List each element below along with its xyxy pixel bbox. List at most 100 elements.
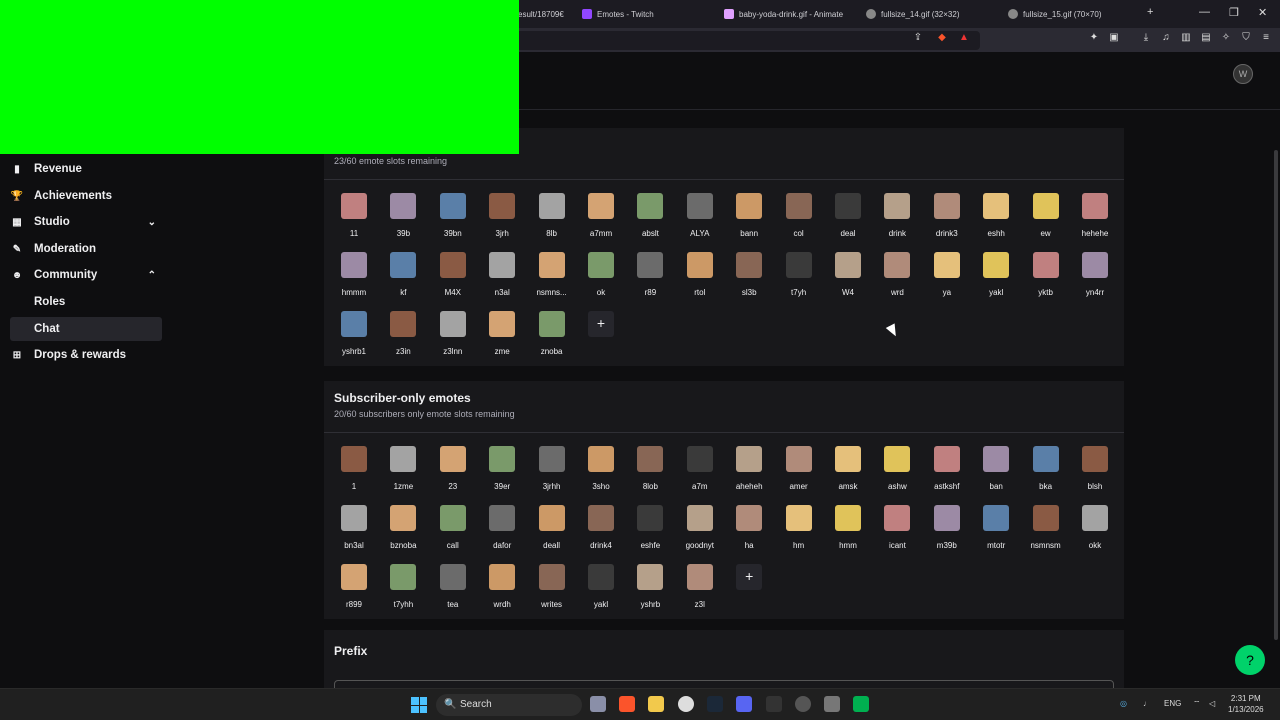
wifi-icon[interactable]: ⌔ bbox=[1193, 699, 1201, 709]
emote-tile[interactable]: wrdh bbox=[482, 564, 522, 622]
emote-tile[interactable]: writes bbox=[532, 564, 572, 622]
windows-start-icon[interactable] bbox=[411, 697, 427, 713]
share-icon[interactable]: ⇪ bbox=[912, 32, 924, 44]
emote-tile[interactable]: ok bbox=[581, 252, 621, 310]
emote-tile[interactable]: 11 bbox=[334, 193, 374, 251]
emote-tile[interactable]: nsmnsm bbox=[1026, 505, 1066, 563]
speedometer-icon[interactable] bbox=[795, 696, 811, 712]
emote-tile[interactable]: sl3b bbox=[729, 252, 769, 310]
emote-tile[interactable]: bka bbox=[1026, 446, 1066, 504]
emote-tile[interactable]: rtol bbox=[680, 252, 720, 310]
obs-icon[interactable] bbox=[678, 696, 694, 712]
emote-tile[interactable]: yshrb bbox=[630, 564, 670, 622]
emote-tile[interactable]: ew bbox=[1026, 193, 1066, 251]
sidebar-item-drops-rewards[interactable]: ⊞ Drops & rewards bbox=[10, 343, 162, 367]
page-scrollbar[interactable] bbox=[1274, 150, 1278, 640]
epic-games-icon[interactable] bbox=[766, 696, 782, 712]
volume-icon[interactable]: ◁ bbox=[1209, 699, 1215, 708]
app-icon[interactable] bbox=[853, 696, 869, 712]
sidebar-item-revenue[interactable]: ▮ Revenue bbox=[10, 157, 162, 181]
emote-tile[interactable]: hmmm bbox=[334, 252, 374, 310]
emote-tile[interactable]: r89 bbox=[630, 252, 670, 310]
emote-tile[interactable]: t7yh bbox=[779, 252, 819, 310]
emote-tile[interactable]: amer bbox=[779, 446, 819, 504]
browser-tab-4[interactable]: fullsize_14.gif (32×32) bbox=[866, 0, 986, 28]
emote-tile[interactable]: yshrb1 bbox=[334, 311, 374, 369]
minimize-button[interactable]: — bbox=[1199, 6, 1210, 18]
emote-tile[interactable]: drink bbox=[877, 193, 917, 251]
emote-tile[interactable]: call bbox=[433, 505, 473, 563]
calculator-icon[interactable] bbox=[590, 696, 606, 712]
brave-rewards-icon[interactable]: ▲ bbox=[958, 32, 970, 44]
emote-tile[interactable]: bn3al bbox=[334, 505, 374, 563]
emote-tile[interactable]: a7m bbox=[680, 446, 720, 504]
url-field[interactable] bbox=[500, 31, 980, 50]
emote-tile[interactable]: 3jrhh bbox=[532, 446, 572, 504]
sidebar-item-moderation[interactable]: ✎ Moderation bbox=[10, 237, 162, 261]
emote-tile[interactable]: deal bbox=[828, 193, 868, 251]
network-tray-icon[interactable]: ◎ bbox=[1120, 699, 1127, 708]
emote-tile[interactable]: 8lb bbox=[532, 193, 572, 251]
user-avatar[interactable]: W bbox=[1233, 64, 1253, 84]
steam-icon[interactable] bbox=[707, 696, 723, 712]
emote-tile[interactable]: 1 bbox=[334, 446, 374, 504]
emote-tile[interactable]: hehehe bbox=[1075, 193, 1115, 251]
emote-tile[interactable]: 8lob bbox=[630, 446, 670, 504]
emote-tile[interactable]: hm bbox=[779, 505, 819, 563]
browser-tab-3[interactable]: baby-yoda-drink.gif - Animate bbox=[724, 0, 850, 28]
sidebar-item-achievements[interactable]: 🏆 Achievements bbox=[10, 184, 162, 208]
leo-icon[interactable]: ✧ bbox=[1220, 32, 1232, 44]
taskbar-search[interactable]: 🔍 Search bbox=[436, 694, 582, 716]
close-window-button[interactable]: ✕ bbox=[1258, 6, 1267, 19]
emote-tile[interactable]: z3l bbox=[680, 564, 720, 622]
sidebar-toggle-icon[interactable]: ▥ bbox=[1180, 32, 1192, 44]
emote-tile[interactable]: znoba bbox=[532, 311, 572, 369]
emote-tile[interactable]: M4X bbox=[433, 252, 473, 310]
add-emote-button[interactable]: + bbox=[736, 564, 763, 590]
download-icon[interactable]: ⤓ bbox=[1140, 32, 1152, 44]
emote-tile[interactable]: ashw bbox=[877, 446, 917, 504]
sidebar-item-roles[interactable]: Roles bbox=[10, 290, 162, 314]
help-button[interactable]: ? bbox=[1235, 645, 1265, 675]
emote-tile[interactable]: ban bbox=[976, 446, 1016, 504]
vpn-icon[interactable]: ▤ bbox=[1200, 32, 1212, 44]
emote-tile[interactable]: abslt bbox=[630, 193, 670, 251]
emote-tile[interactable]: hmm bbox=[828, 505, 868, 563]
emote-tile[interactable]: astkshf bbox=[927, 446, 967, 504]
emote-tile[interactable]: wrd bbox=[877, 252, 917, 310]
emote-tile[interactable]: z3in bbox=[383, 311, 423, 369]
browser-tab-5[interactable]: fullsize_15.gif (70×70) bbox=[1008, 0, 1128, 28]
emote-tile[interactable]: 39bn bbox=[433, 193, 473, 251]
emote-tile[interactable]: mtotr bbox=[976, 505, 1016, 563]
emote-tile[interactable]: goodnyt bbox=[680, 505, 720, 563]
wallet-icon[interactable]: ▣ bbox=[1108, 32, 1120, 44]
emote-tile[interactable]: blsh bbox=[1075, 446, 1115, 504]
emote-tile[interactable]: bznoba bbox=[383, 505, 423, 563]
emote-tile[interactable]: ALYA bbox=[680, 193, 720, 251]
emote-tile[interactable]: W4 bbox=[828, 252, 868, 310]
emote-tile[interactable]: okk bbox=[1075, 505, 1115, 563]
emote-tile[interactable]: col bbox=[779, 193, 819, 251]
emote-tile[interactable]: 1zme bbox=[383, 446, 423, 504]
emote-tile[interactable]: amsk bbox=[828, 446, 868, 504]
emote-tile[interactable]: t7yhh bbox=[383, 564, 423, 622]
add-emote-button[interactable]: + bbox=[588, 311, 614, 337]
brave-icon[interactable] bbox=[619, 696, 635, 712]
emote-tile[interactable]: yakl bbox=[581, 564, 621, 622]
restore-button[interactable]: ❐ bbox=[1229, 6, 1239, 19]
emote-tile[interactable]: drink3 bbox=[927, 193, 967, 251]
emote-tile[interactable]: n3al bbox=[482, 252, 522, 310]
emote-tile[interactable]: bann bbox=[729, 193, 769, 251]
menu-icon[interactable]: ≡ bbox=[1260, 32, 1272, 44]
emote-tile[interactable]: tea bbox=[433, 564, 473, 622]
emote-tile[interactable]: yn4rr bbox=[1075, 252, 1115, 310]
emote-tile[interactable]: ha bbox=[729, 505, 769, 563]
new-tab-button[interactable]: + bbox=[1147, 6, 1153, 18]
emote-tile[interactable]: a7mm bbox=[581, 193, 621, 251]
emote-tile[interactable]: aheheh bbox=[729, 446, 769, 504]
emote-tile[interactable]: 39b bbox=[383, 193, 423, 251]
sidebar-item-chat[interactable]: Chat bbox=[10, 317, 162, 341]
emote-tile[interactable]: kf bbox=[383, 252, 423, 310]
emote-tile[interactable]: nsmns... bbox=[532, 252, 572, 310]
emote-tile[interactable]: m39b bbox=[927, 505, 967, 563]
